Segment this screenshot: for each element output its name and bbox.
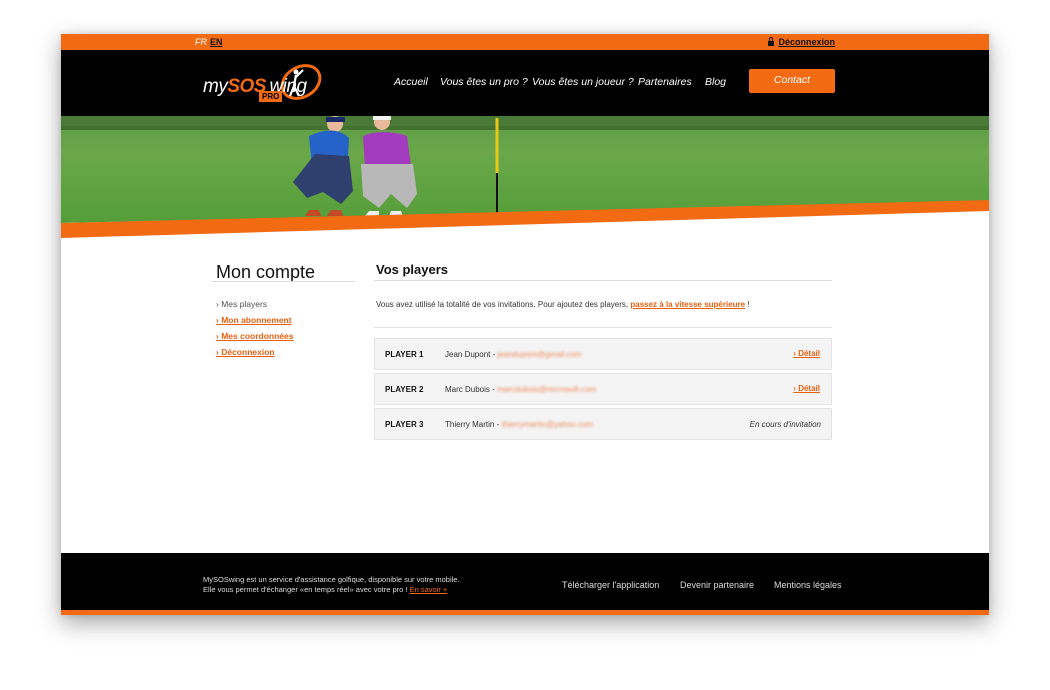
logo-wordmark: mySOSswing bbox=[203, 76, 307, 98]
sidebar-item-label: Mes coordonnées bbox=[221, 331, 294, 341]
lang-en-link[interactable]: EN bbox=[210, 37, 223, 47]
footer bbox=[61, 553, 989, 610]
player-info: Thierry Martin - thierrymartin@yahoo.com bbox=[445, 420, 593, 429]
page-title: Vos players bbox=[376, 262, 449, 277]
contact-button[interactable]: Contact bbox=[749, 69, 835, 93]
player-label: PLAYER 1 bbox=[385, 350, 424, 359]
chevron-right-icon: › bbox=[216, 315, 219, 325]
player-detail-label: Détail bbox=[798, 349, 820, 358]
player-name: Jean Dupont - bbox=[445, 350, 496, 359]
chevron-right-icon: › bbox=[216, 347, 219, 357]
footer-accent-bar bbox=[61, 610, 989, 615]
upgrade-link[interactable]: passez à la vitesse supérieure bbox=[630, 300, 745, 309]
lang-fr-link[interactable]: FR bbox=[195, 37, 207, 47]
player-label: PLAYER 3 bbox=[385, 420, 424, 429]
player-row: PLAYER 2 Marc Dubois - marcdubois@micros… bbox=[374, 373, 832, 405]
footer-text-line1: MySOSwing est un service d'assistance go… bbox=[203, 575, 460, 584]
footer-link-partner[interactable]: Devenir partenaire bbox=[680, 580, 754, 590]
nav-joueur[interactable]: Vous êtes un joueur ? bbox=[532, 76, 634, 88]
header: mySOSswing PRO Accueil Vous êtes un pro … bbox=[61, 50, 989, 116]
player-email: marcdubois@microsoft.com bbox=[497, 385, 597, 394]
player-detail-link[interactable]: › Détail bbox=[793, 349, 820, 358]
player-row: PLAYER 3 Thierry Martin - thierrymartin@… bbox=[374, 408, 832, 440]
nav-partenaires[interactable]: Partenaires bbox=[638, 76, 692, 88]
player-email: thierrymartin@yahoo.com bbox=[501, 420, 594, 429]
hero-banner bbox=[61, 116, 989, 241]
invitation-notice-text: Vous avez utilisé la totalité de vos inv… bbox=[376, 300, 629, 309]
top-logout-label: Déconnexion bbox=[778, 37, 835, 47]
browser-page: FR EN Déconnexion mySOSswing PRO Accueil… bbox=[61, 34, 989, 615]
top-bar: FR EN Déconnexion bbox=[61, 34, 989, 50]
lock-icon bbox=[768, 36, 775, 46]
chevron-right-icon: › bbox=[216, 331, 219, 341]
logo[interactable]: mySOSswing PRO bbox=[203, 60, 333, 106]
nav-pro[interactable]: Vous êtes un pro ? bbox=[440, 76, 528, 88]
sidebar-item-mes-players[interactable]: › Mes players bbox=[216, 299, 267, 309]
list-divider bbox=[374, 327, 832, 328]
sidebar-item-abonnement[interactable]: › Mon abonnement bbox=[216, 315, 292, 325]
sidebar-title-divider bbox=[212, 281, 355, 282]
chevron-right-icon: › bbox=[793, 349, 796, 358]
player-row: PLAYER 1 Jean Dupont - jeandupont@gmail.… bbox=[374, 338, 832, 370]
player-name: Marc Dubois - bbox=[445, 385, 495, 394]
player-email: jeandupont@gmail.com bbox=[497, 350, 582, 359]
nav-accueil[interactable]: Accueil bbox=[394, 76, 428, 88]
golf-course-image bbox=[61, 116, 989, 241]
page-title-divider bbox=[374, 280, 832, 281]
sidebar-item-label: Déconnexion bbox=[221, 347, 275, 357]
sidebar-item-label: Mon abonnement bbox=[221, 315, 292, 325]
invitation-notice: Vous avez utilisé la totalité de vos inv… bbox=[376, 300, 750, 309]
footer-text-line2-content: Elle vous permet d'échanger «en temps ré… bbox=[203, 585, 408, 594]
learn-more-link[interactable]: En savoir + bbox=[410, 585, 448, 594]
sidebar-title: Mon compte bbox=[216, 262, 316, 282]
player-label: PLAYER 2 bbox=[385, 385, 424, 394]
sidebar-item-label: Mes players bbox=[221, 299, 268, 309]
invitation-notice-suffix: ! bbox=[747, 300, 750, 309]
chevron-right-icon: › bbox=[793, 384, 796, 393]
logo-pro-badge: PRO bbox=[259, 91, 283, 102]
logo-my: my bbox=[203, 76, 228, 97]
nav-blog[interactable]: Blog bbox=[705, 76, 726, 88]
footer-link-legal[interactable]: Mentions légales bbox=[774, 580, 842, 590]
player-info: Marc Dubois - marcdubois@microsoft.com bbox=[445, 385, 596, 394]
player-detail-link[interactable]: › Détail bbox=[793, 384, 820, 393]
player-name: Thierry Martin - bbox=[445, 420, 500, 429]
sidebar-item-coordonnees[interactable]: › Mes coordonnées bbox=[216, 331, 294, 341]
footer-text-line2: Elle vous permet d'échanger «en temps ré… bbox=[203, 585, 447, 594]
chevron-right-icon: › bbox=[216, 299, 219, 309]
footer-link-download[interactable]: Télécharger l'application bbox=[562, 580, 659, 590]
player-detail-label: Détail bbox=[798, 384, 820, 393]
sidebar-item-deconnexion[interactable]: › Déconnexion bbox=[216, 347, 275, 357]
player-status: En cours d'invitation bbox=[749, 420, 821, 429]
player-info: Jean Dupont - jeandupont@gmail.com bbox=[445, 350, 582, 359]
top-logout-link[interactable]: Déconnexion bbox=[768, 36, 835, 47]
